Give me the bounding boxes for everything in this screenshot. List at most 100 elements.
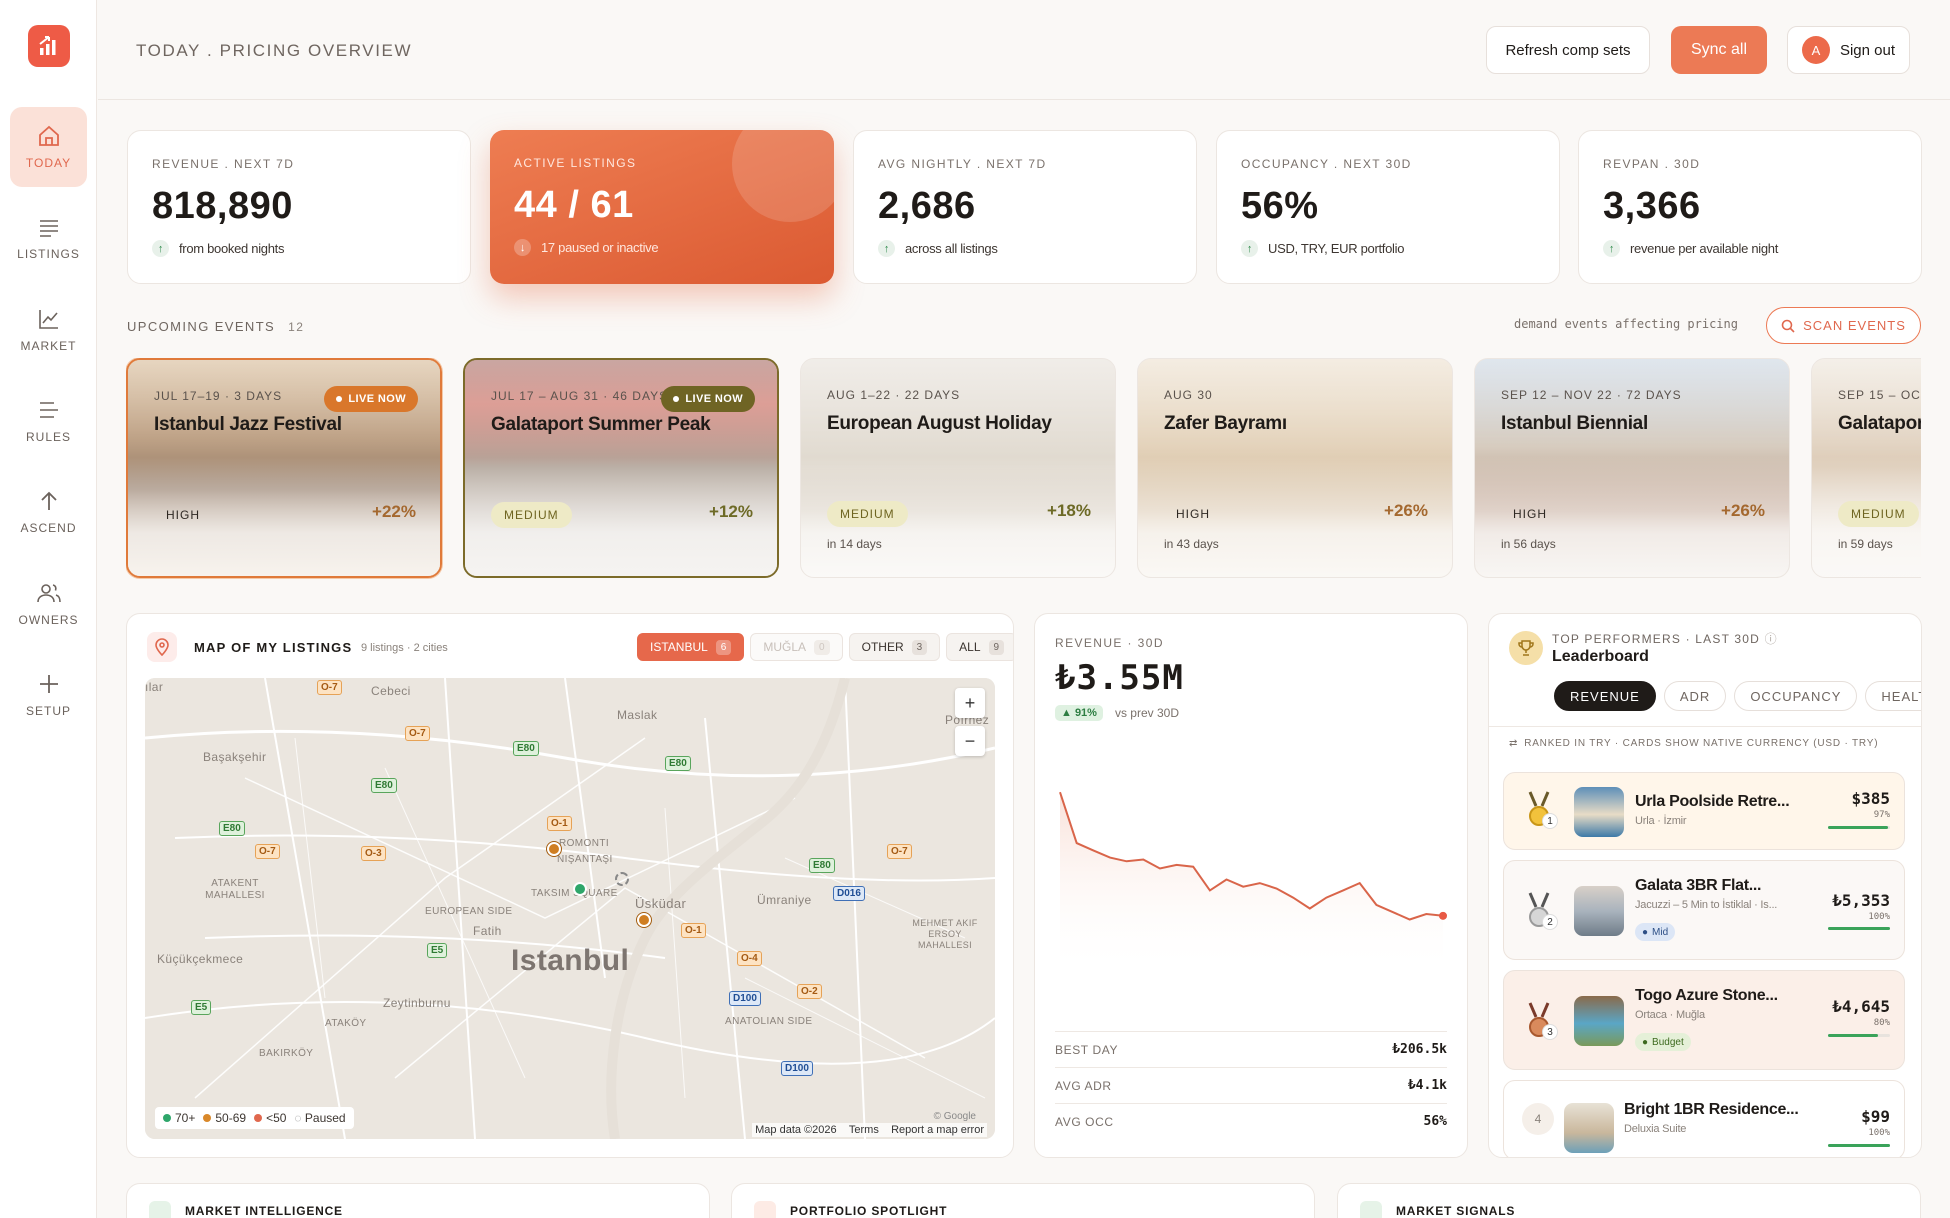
event-card[interactable]: SEP 12 – NOV 22 · 72 DAYS Istanbul Bienn… bbox=[1474, 358, 1790, 578]
leaderboard-card: TOP PERFORMERS · LAST 30D ⓘ Leaderboard … bbox=[1488, 613, 1922, 1158]
kpi-occupancy[interactable]: OCCUPANCY . NEXT 30D 56% ↑ USD, TRY, EUR … bbox=[1216, 130, 1560, 284]
road-shield: O-1 bbox=[547, 816, 572, 831]
kpi-avg-nightly[interactable]: AVG NIGHTLY . NEXT 7D 2,686 ↑ across all … bbox=[853, 130, 1197, 284]
listing-location: Deluxia Suite bbox=[1624, 1123, 1687, 1135]
event-name: Zafer Bayramı bbox=[1164, 413, 1287, 434]
place-label: ATAKENT MAHALLESI bbox=[205, 878, 265, 901]
stat-label: AVG OCC bbox=[1055, 1114, 1114, 1129]
event-card[interactable]: SEP 15 – OCT Galataport MEDIUM in 59 day… bbox=[1811, 358, 1921, 578]
event-uplift: +26% bbox=[1384, 501, 1428, 520]
page-title: TODAY . PRICING OVERVIEW bbox=[136, 41, 413, 60]
event-card[interactable]: JUL 17–19 · 3 DAYS LIVE NOW Istanbul Jaz… bbox=[126, 358, 442, 578]
tab-health[interactable]: HEALTH bbox=[1865, 681, 1921, 711]
listing-marker-paused[interactable] bbox=[615, 872, 629, 886]
market-signals-card[interactable]: MARKET SIGNALS bbox=[1337, 1183, 1921, 1218]
listing-marker[interactable] bbox=[573, 882, 587, 896]
event-countdown: in 43 days bbox=[1164, 537, 1219, 551]
event-date: SEP 12 – NOV 22 bbox=[1501, 388, 1613, 402]
chart-point bbox=[1439, 911, 1447, 920]
sidebar-item-today[interactable]: TODAY bbox=[10, 107, 87, 187]
place-label: Başakşehir bbox=[203, 750, 267, 764]
listing-marker[interactable] bbox=[637, 913, 651, 927]
arrow-down-icon: ↓ bbox=[514, 239, 531, 256]
leaderboard-row[interactable]: 2 Galata 3BR Flat... Jacuzzi – 5 Min to … bbox=[1503, 860, 1905, 960]
filter-mugla[interactable]: MUĞLA 0 bbox=[750, 633, 843, 661]
scan-events-button[interactable]: SCAN EVENTS bbox=[1766, 307, 1921, 344]
events-count: 12 bbox=[288, 320, 305, 334]
listing-marker[interactable] bbox=[547, 842, 561, 856]
event-days: · 22 DAYS bbox=[895, 388, 961, 402]
sidebar-item-setup[interactable]: SETUP bbox=[10, 655, 87, 735]
sign-out-button[interactable]: A Sign out bbox=[1787, 26, 1910, 74]
kpi-revenue[interactable]: REVENUE . NEXT 7D 818,890 ↑ from booked n… bbox=[127, 130, 471, 284]
listing-score: 100% bbox=[1868, 912, 1890, 922]
event-card[interactable]: AUG 30 Zafer Bayramı HIGH +26% in 43 day… bbox=[1137, 358, 1453, 578]
revenue-value: ₺3.55M bbox=[1055, 658, 1184, 698]
listing-thumbnail bbox=[1564, 1103, 1614, 1153]
stat-value: 56% bbox=[1423, 1114, 1447, 1129]
event-uplift: +18% bbox=[1047, 501, 1091, 520]
app-logo[interactable] bbox=[28, 25, 70, 67]
sidebar-item-rules[interactable]: RULES bbox=[10, 381, 87, 461]
leaderboard-row[interactable]: 1 Urla Poolside Retre... Urla · İzmir $3… bbox=[1503, 772, 1905, 850]
event-card[interactable]: AUG 1–22 · 22 DAYS European August Holid… bbox=[800, 358, 1116, 578]
kpi-sub: revenue per available night bbox=[1630, 241, 1779, 256]
portfolio-spotlight-card[interactable]: PORTFOLIO SPOTLIGHT bbox=[731, 1183, 1315, 1218]
zoom-out-button[interactable]: − bbox=[955, 726, 985, 756]
listing-name: Bright 1BR Residence... bbox=[1624, 1101, 1799, 1118]
arrow-up-icon: ↑ bbox=[878, 240, 895, 257]
sidebar-item-listings[interactable]: LISTINGS bbox=[10, 198, 87, 278]
tab-revenue[interactable]: REVENUE bbox=[1554, 681, 1656, 711]
map-title: MAP OF MY LISTINGS bbox=[194, 640, 353, 655]
kpi-active-listings[interactable]: ACTIVE LISTINGS 44 / 61 ↓ 17 paused or in… bbox=[490, 130, 834, 284]
sidebar-item-label: OWNERS bbox=[18, 613, 79, 627]
sidebar-item-label: RULES bbox=[25, 430, 71, 444]
listing-thumbnail bbox=[1574, 787, 1624, 837]
sync-all-button[interactable]: Sync all bbox=[1671, 26, 1767, 74]
kpi-revpan[interactable]: REVPAN . 30D 3,366 ↑ revenue per availabl… bbox=[1578, 130, 1922, 284]
map-attribution: © Google bbox=[933, 1111, 976, 1122]
leaderboard-row[interactable]: 4 Bright 1BR Residence... Deluxia Suite … bbox=[1503, 1080, 1905, 1157]
place-label: Cebeci bbox=[371, 684, 411, 698]
tab-adr[interactable]: ADR bbox=[1663, 681, 1727, 711]
event-uplift: +12% bbox=[709, 502, 753, 521]
road-shield: E80 bbox=[665, 756, 691, 771]
filter-all[interactable]: ALL 9 bbox=[946, 633, 1013, 661]
place-label: MEHMET AKIF ERSOY MAHALLESI bbox=[912, 918, 978, 950]
sidebar-item-ascend[interactable]: ASCEND bbox=[10, 472, 87, 552]
market-intelligence-card[interactable]: MARKET INTELLIGENCE bbox=[126, 1183, 710, 1218]
tab-occupancy[interactable]: OCCUPANCY bbox=[1734, 681, 1858, 711]
live-now-badge: LIVE NOW bbox=[661, 386, 755, 412]
listing-score: 80% bbox=[1873, 1018, 1890, 1028]
listing-thumbnail bbox=[1574, 886, 1624, 936]
place-label: BAKIRKÖY bbox=[259, 1048, 314, 1059]
revenue-card: REVENUE · 30D ₺3.55M ▲ 91% vs prev 30D BE… bbox=[1034, 613, 1468, 1158]
event-date: AUG 1–22 bbox=[827, 388, 892, 402]
road-shield: O-7 bbox=[405, 726, 430, 741]
event-days: · 46 DAYS bbox=[603, 389, 669, 403]
rank-badge: 3 bbox=[1542, 1024, 1558, 1040]
event-date: JUL 17–19 bbox=[154, 389, 221, 403]
listing-price: $385 bbox=[1851, 789, 1890, 808]
listings-map[interactable]: ılar Cebeci Maslak Başakşehir Poırnez AT… bbox=[145, 678, 995, 1139]
kpi-value: 2,686 bbox=[878, 185, 976, 227]
event-card[interactable]: JUL 17 – AUG 31 · 46 DAYS LIVE NOW Galat… bbox=[463, 358, 779, 578]
kpi-label: AVG NIGHTLY . NEXT 7D bbox=[878, 157, 1047, 171]
sidebar-item-market[interactable]: MARKET bbox=[10, 290, 87, 370]
event-days: · 72 DAYS bbox=[1616, 388, 1682, 402]
refresh-comp-sets-button[interactable]: Refresh comp sets bbox=[1486, 26, 1650, 74]
star-icon bbox=[754, 1201, 776, 1218]
sidebar-item-owners[interactable]: OWNERS bbox=[10, 564, 87, 644]
zoom-in-button[interactable]: + bbox=[955, 688, 985, 718]
event-level: HIGH bbox=[1176, 507, 1210, 521]
listing-price: ₺4,645 bbox=[1832, 997, 1890, 1016]
event-level: MEDIUM bbox=[827, 501, 908, 527]
leaderboard-row[interactable]: 3 Togo Azure Stone... Ortaca · Muğla ● Bu… bbox=[1503, 970, 1905, 1070]
kpi-value: 818,890 bbox=[152, 185, 293, 227]
kpi-label: REVENUE . NEXT 7D bbox=[152, 157, 295, 171]
sidebar-item-label: SETUP bbox=[25, 704, 71, 718]
filter-istanbul[interactable]: ISTANBUL 6 bbox=[637, 633, 745, 661]
stat-label: BEST DAY bbox=[1055, 1042, 1119, 1057]
filter-other[interactable]: OTHER 3 bbox=[848, 633, 941, 661]
leaderboard-note: ⇄ RANKED IN TRY · CARDS SHOW NATIVE CURRE… bbox=[1509, 738, 1879, 749]
